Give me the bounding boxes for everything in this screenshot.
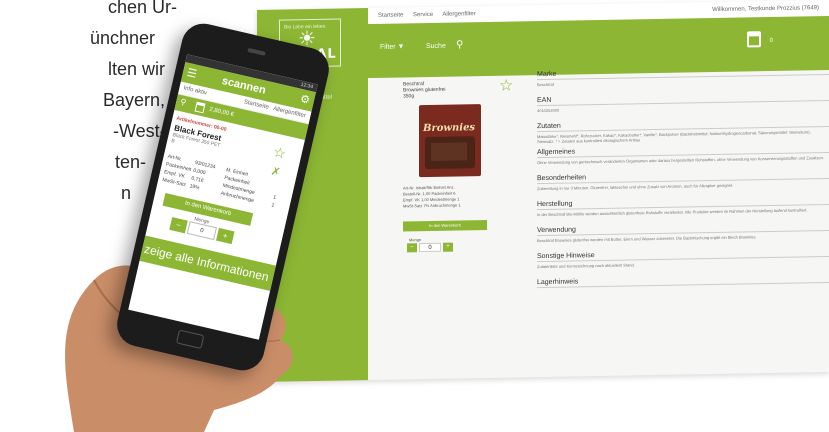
- nav-link-allergenfilter[interactable]: Allergenfilter: [442, 11, 475, 18]
- product-info-sections: Marke Beschtraf EAN 4010252000 Zutaten Mais…: [529, 66, 829, 377]
- search-icon[interactable]: ⚲: [456, 39, 463, 50]
- info-section-besonderheiten: Besonderheiten Zubereitung in nur 3 Minut…: [537, 170, 829, 196]
- info-toggle[interactable]: Info aktiv: [183, 85, 208, 96]
- article-line: lten wir: [108, 59, 166, 79]
- favorite-star-icon[interactable]: ☆: [499, 76, 513, 95]
- product-box-brand: Brownies: [423, 122, 476, 135]
- nav-link-service[interactable]: Service: [413, 12, 433, 18]
- nav-link-startseite[interactable]: Startseite: [378, 12, 403, 18]
- top-nav-links: Startseite Service Allergenfilter: [378, 11, 484, 19]
- article-line: ünchner: [90, 28, 156, 48]
- info-section-verwendung: Verwendung Beschtraf Brownies glutenfrei …: [537, 222, 829, 248]
- table-cell: 1: [270, 202, 275, 209]
- article-line: -West-: [113, 121, 166, 141]
- info-section-zutaten: Zutaten Maisstärke*, Reismehl*, Rohrzucke…: [537, 118, 829, 144]
- cart-count: 0: [769, 37, 773, 45]
- table-row: MwSt-Satz 7% Anbruchmenge 1: [403, 202, 461, 209]
- search-label[interactable]: Suche: [426, 43, 446, 50]
- info-section-sonstige-hinweise: Sonstige Hinweise Zutatenliste und Kennze…: [537, 248, 829, 274]
- welcome-text: Willkommen, Testkunde Prozzius (7649): [712, 5, 819, 14]
- table-cell: 1: [272, 194, 277, 201]
- product-image: Brownies: [419, 104, 481, 178]
- product-details-table: Art-Nr. Inhalt/Stk Einheit Anz. Bestell-…: [403, 183, 515, 209]
- brownie-piece: [431, 142, 467, 161]
- article-line: chen Ur-: [108, 0, 178, 17]
- search-icon[interactable]: ⚲: [179, 97, 187, 107]
- shopping-bag-icon[interactable]: [747, 31, 761, 48]
- product-panel: Beschtraf Brownies glutenfrei 350g ☆ Bro…: [403, 75, 529, 379]
- home-button[interactable]: [175, 329, 205, 350]
- photo-composite: chen Ur- ünchner lten wir Bayern, -West-…: [0, 0, 829, 432]
- shopping-bag-icon[interactable]: [194, 101, 206, 114]
- quantity-value[interactable]: 0: [419, 242, 441, 253]
- nav-startseite[interactable]: Startseite: [243, 99, 269, 111]
- quantity-stepper: − 0 +: [407, 242, 453, 253]
- info-section-ean: EAN 4010252000: [537, 92, 829, 118]
- decrement-button[interactable]: −: [169, 217, 188, 234]
- decrement-button[interactable]: −: [407, 243, 417, 253]
- increment-button[interactable]: +: [216, 227, 235, 245]
- gear-icon[interactable]: ⚙: [299, 92, 312, 107]
- product-title: Beschtraf Brownies glutenfrei 350g: [403, 81, 446, 100]
- info-section-marke: Marke Beschtraf: [537, 66, 829, 92]
- quantity-label: Menge: [409, 237, 422, 243]
- filter-dropdown[interactable]: Filter ▼: [380, 43, 404, 50]
- phone-earpiece: [247, 47, 266, 56]
- info-section-herstellung: Herstellung In der Beschtraf Bio-Mühle we…: [537, 196, 829, 222]
- increment-button[interactable]: +: [443, 242, 453, 252]
- article-line: Bayern,: [103, 90, 166, 110]
- hamburger-menu-icon[interactable]: ☰: [186, 66, 199, 81]
- desktop-webshop-screen: Bio Lebe ein leben ☀ PURAL Übersicht Glu…: [257, 0, 829, 382]
- info-section-lagerhinweis: Lagerhinweis: [537, 274, 829, 300]
- add-to-cart-button[interactable]: In den Warenkorb: [403, 219, 487, 232]
- info-section-allgemeines: Allgemeines Ohne Verwendung von gentechni…: [537, 144, 829, 170]
- show-all-info-button[interactable]: zeige alle Informationen: [133, 234, 286, 294]
- cart-total: 2,80,00 €: [208, 106, 235, 119]
- quantity-value[interactable]: 0: [186, 221, 218, 241]
